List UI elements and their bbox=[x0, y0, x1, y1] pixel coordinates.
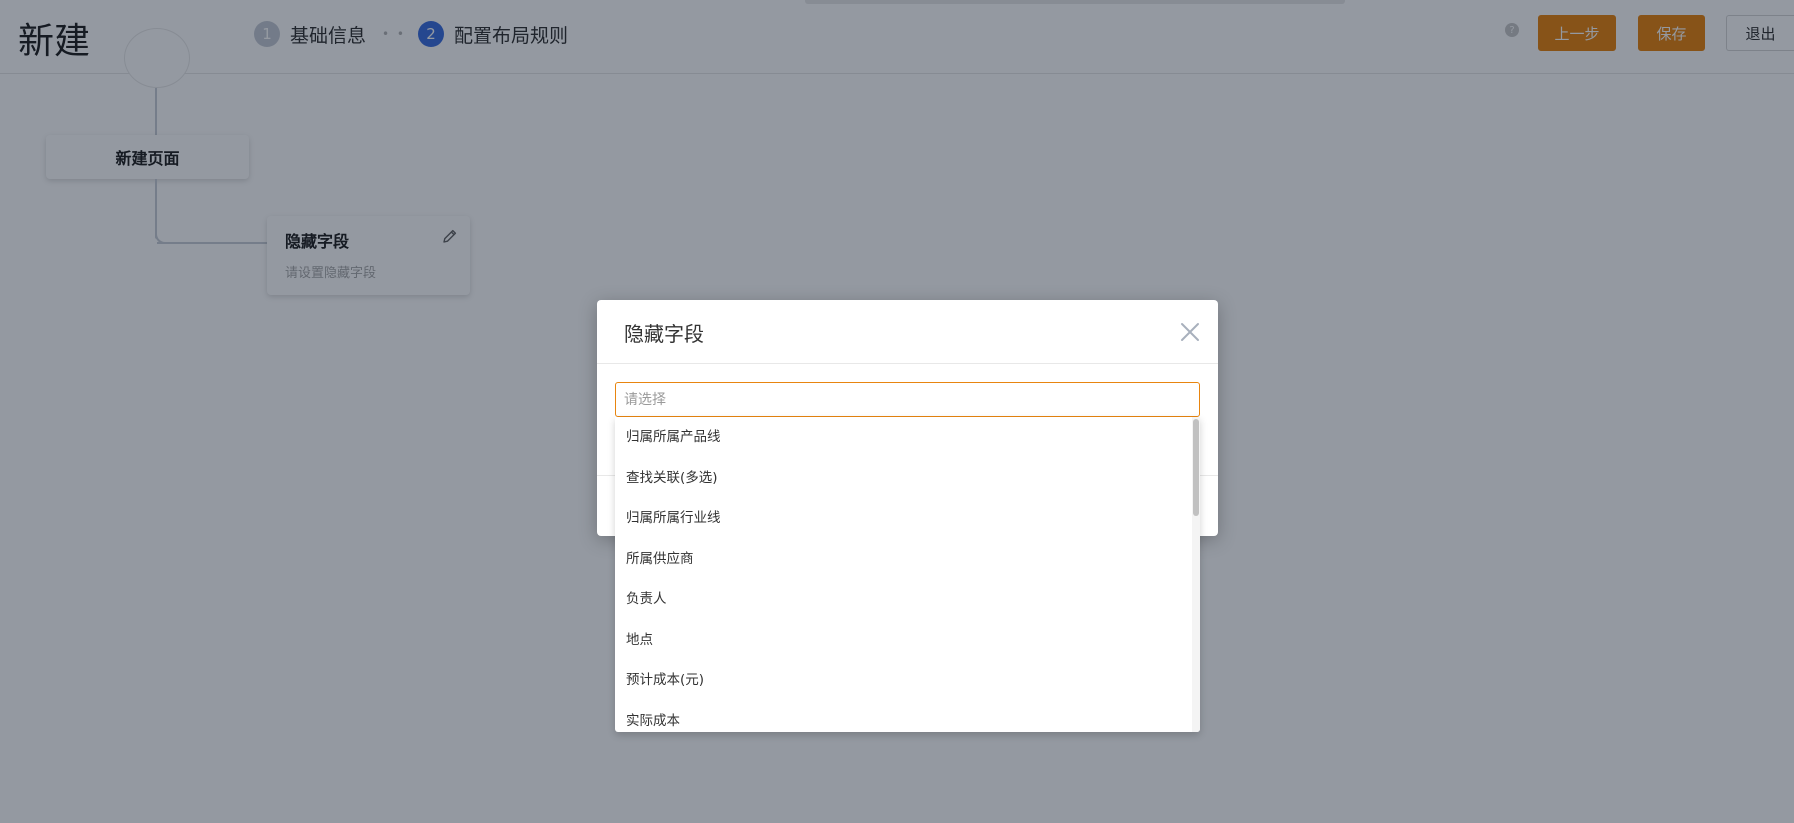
dropdown-option[interactable]: 预计成本(元) bbox=[615, 660, 1200, 701]
dropdown-option[interactable]: 实际成本 bbox=[615, 701, 1200, 733]
dropdown-options-list: 归属所属产品线 查找关联(多选) 归属所属行业线 所属供应商 负责人 地点 预计… bbox=[615, 417, 1200, 732]
dialog-header: 隐藏字段 bbox=[597, 300, 1218, 364]
field-select-input[interactable] bbox=[615, 382, 1200, 417]
dropdown-option[interactable]: 归属所属行业线 bbox=[615, 498, 1200, 539]
dropdown-option[interactable]: 归属所属产品线 bbox=[615, 417, 1200, 458]
dropdown-option[interactable]: 地点 bbox=[615, 620, 1200, 661]
dropdown-option[interactable]: 所属供应商 bbox=[615, 539, 1200, 580]
dropdown-scrollbar[interactable] bbox=[1192, 417, 1200, 732]
scrollbar-thumb[interactable] bbox=[1193, 419, 1199, 516]
close-icon[interactable] bbox=[1180, 322, 1200, 342]
field-select-dropdown[interactable]: 归属所属产品线 查找关联(多选) 归属所属行业线 所属供应商 负责人 地点 预计… bbox=[615, 417, 1200, 732]
dropdown-option[interactable]: 负责人 bbox=[615, 579, 1200, 620]
dropdown-option[interactable]: 查找关联(多选) bbox=[615, 458, 1200, 499]
dialog-title: 隐藏字段 bbox=[624, 322, 704, 346]
